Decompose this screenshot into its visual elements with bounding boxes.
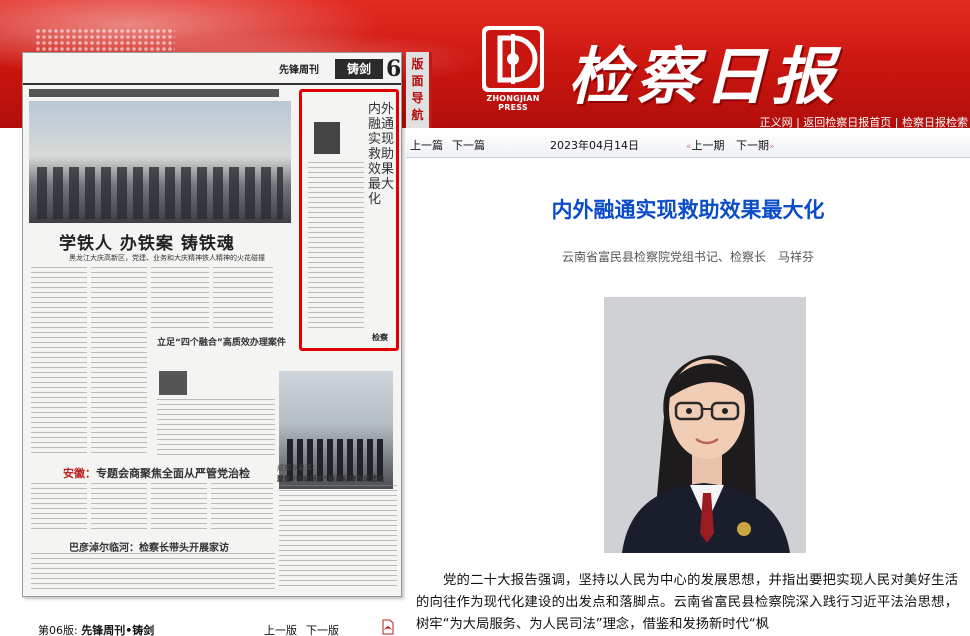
article-navbar: 上一篇 下一篇 2023年04月14日 «上一期 下一期» xyxy=(406,132,970,158)
thumb-mid-headline[interactable]: 立足“四个融合”高质效办理案件 xyxy=(157,335,286,348)
thumb-text-column[interactable] xyxy=(91,267,147,457)
thumb-author-portrait xyxy=(314,122,340,154)
thumb-subheadline-3[interactable]: 聚焦“学论研查”推进纪律作风建设 xyxy=(277,474,384,484)
issue-date: 2023年04月14日 xyxy=(550,139,639,152)
link-home[interactable]: 返回检察日报首页 xyxy=(803,116,891,128)
press-logo-icon xyxy=(482,26,544,92)
layout-nav-tag[interactable]: 版面导航 xyxy=(406,52,432,128)
next-page-link[interactable]: 下一版 xyxy=(306,622,339,636)
header-pixel-decoration xyxy=(35,28,175,54)
thumb-text-column[interactable] xyxy=(279,485,397,589)
thumb-highlight-sign: 检察 xyxy=(372,333,388,342)
edition-label: 第06版: 先锋周刊•铸剑 xyxy=(38,624,155,636)
author-portrait xyxy=(604,297,806,553)
thumb-text-column[interactable] xyxy=(157,399,275,455)
thumb-subheadline-3-prefix[interactable]: 成都龙泉驿： xyxy=(277,463,319,473)
thumb-text-column[interactable] xyxy=(31,483,87,533)
prev-page-link[interactable]: 上一版 xyxy=(264,622,297,636)
thumb-text-column[interactable] xyxy=(91,483,147,533)
link-zhengyi[interactable]: 正义网 xyxy=(760,116,793,128)
thumb-highlighted-article[interactable]: 内外融通实现救助效果最大化 检察 xyxy=(299,89,399,351)
thumb-page-tag: 铸剑 xyxy=(335,59,383,79)
thumb-page-name: 先锋周刊 xyxy=(279,65,319,76)
thumb-text-column[interactable] xyxy=(213,267,273,331)
pdf-icon[interactable] xyxy=(380,619,396,635)
thumb-text-column[interactable] xyxy=(31,267,87,457)
thumb-group-photo[interactable] xyxy=(29,101,291,223)
thumb-banner-strip xyxy=(29,89,279,97)
press-logo-text: ZHONGJIAN PRESS xyxy=(486,94,540,112)
author-portrait-graphic xyxy=(604,297,806,553)
top-links: 正义网 | 返回检察日报首页 | 检察日报检索 xyxy=(759,116,968,128)
prev-issue-link[interactable]: «上一期 xyxy=(686,137,725,153)
thumb-people-figures xyxy=(37,167,283,219)
thumb-page-number: 6 xyxy=(386,56,402,82)
next-issue-link[interactable]: 下一期» xyxy=(736,137,775,153)
masthead-title: 检察日报 xyxy=(568,40,841,113)
article-title: 内外融通实现救助效果最大化 xyxy=(551,198,825,222)
thumb-mid-portrait xyxy=(159,371,187,395)
thumb-headline[interactable]: 学铁人 办铁案 铸铁魂 xyxy=(59,229,235,254)
thumb-text-column[interactable] xyxy=(211,483,273,533)
thumb-text-column[interactable] xyxy=(151,483,207,533)
page-thumbnail[interactable]: 先锋周刊 铸剑 6 学铁人 办铁案 铸铁魂 黑龙江大庆高新区，党建、业务和大庆精… xyxy=(22,52,402,597)
thumb-text-column[interactable] xyxy=(151,267,209,331)
bottom-bar: 第06版: 先锋周刊•铸剑 上一版 下一版 xyxy=(0,618,406,636)
next-arrow-icon: » xyxy=(769,142,775,152)
prev-article-link[interactable]: 上一篇 xyxy=(410,137,443,153)
thumb-subheadline: 黑龙江大庆高新区，党建、业务和大庆精神铁人精神的火花碰撞 xyxy=(69,254,265,262)
next-article-link[interactable]: 下一篇 xyxy=(452,137,485,153)
article-body: 党的二十大报告强调，坚持以人民为中心的发展思想，并指出要把实现人民对美好生活的向… xyxy=(416,573,958,632)
page: ZHONGJIAN PRESS 检察日报 正义网 | 返回检察日报首页 | 检察… xyxy=(0,0,970,636)
thumb-highlight-title: 内外融通实现救助效果最大化 xyxy=(368,102,395,207)
thumb-subheadline-2[interactable]: 安徽：专题会商聚焦全面从严管党治检 xyxy=(63,465,250,481)
thumb-text-column[interactable] xyxy=(31,553,275,593)
thumb-subheadline-4[interactable]: 巴彦淖尔临河：检察长带头开展家访 xyxy=(69,539,229,554)
article-byline: 云南省富民县检察院党组书记、检察长 马祥芬 xyxy=(561,250,814,264)
thumb-article-text xyxy=(308,162,364,332)
link-search[interactable]: 检察日报检索 xyxy=(902,116,968,128)
thumb-page-header: 先锋周刊 铸剑 6 xyxy=(23,53,401,85)
